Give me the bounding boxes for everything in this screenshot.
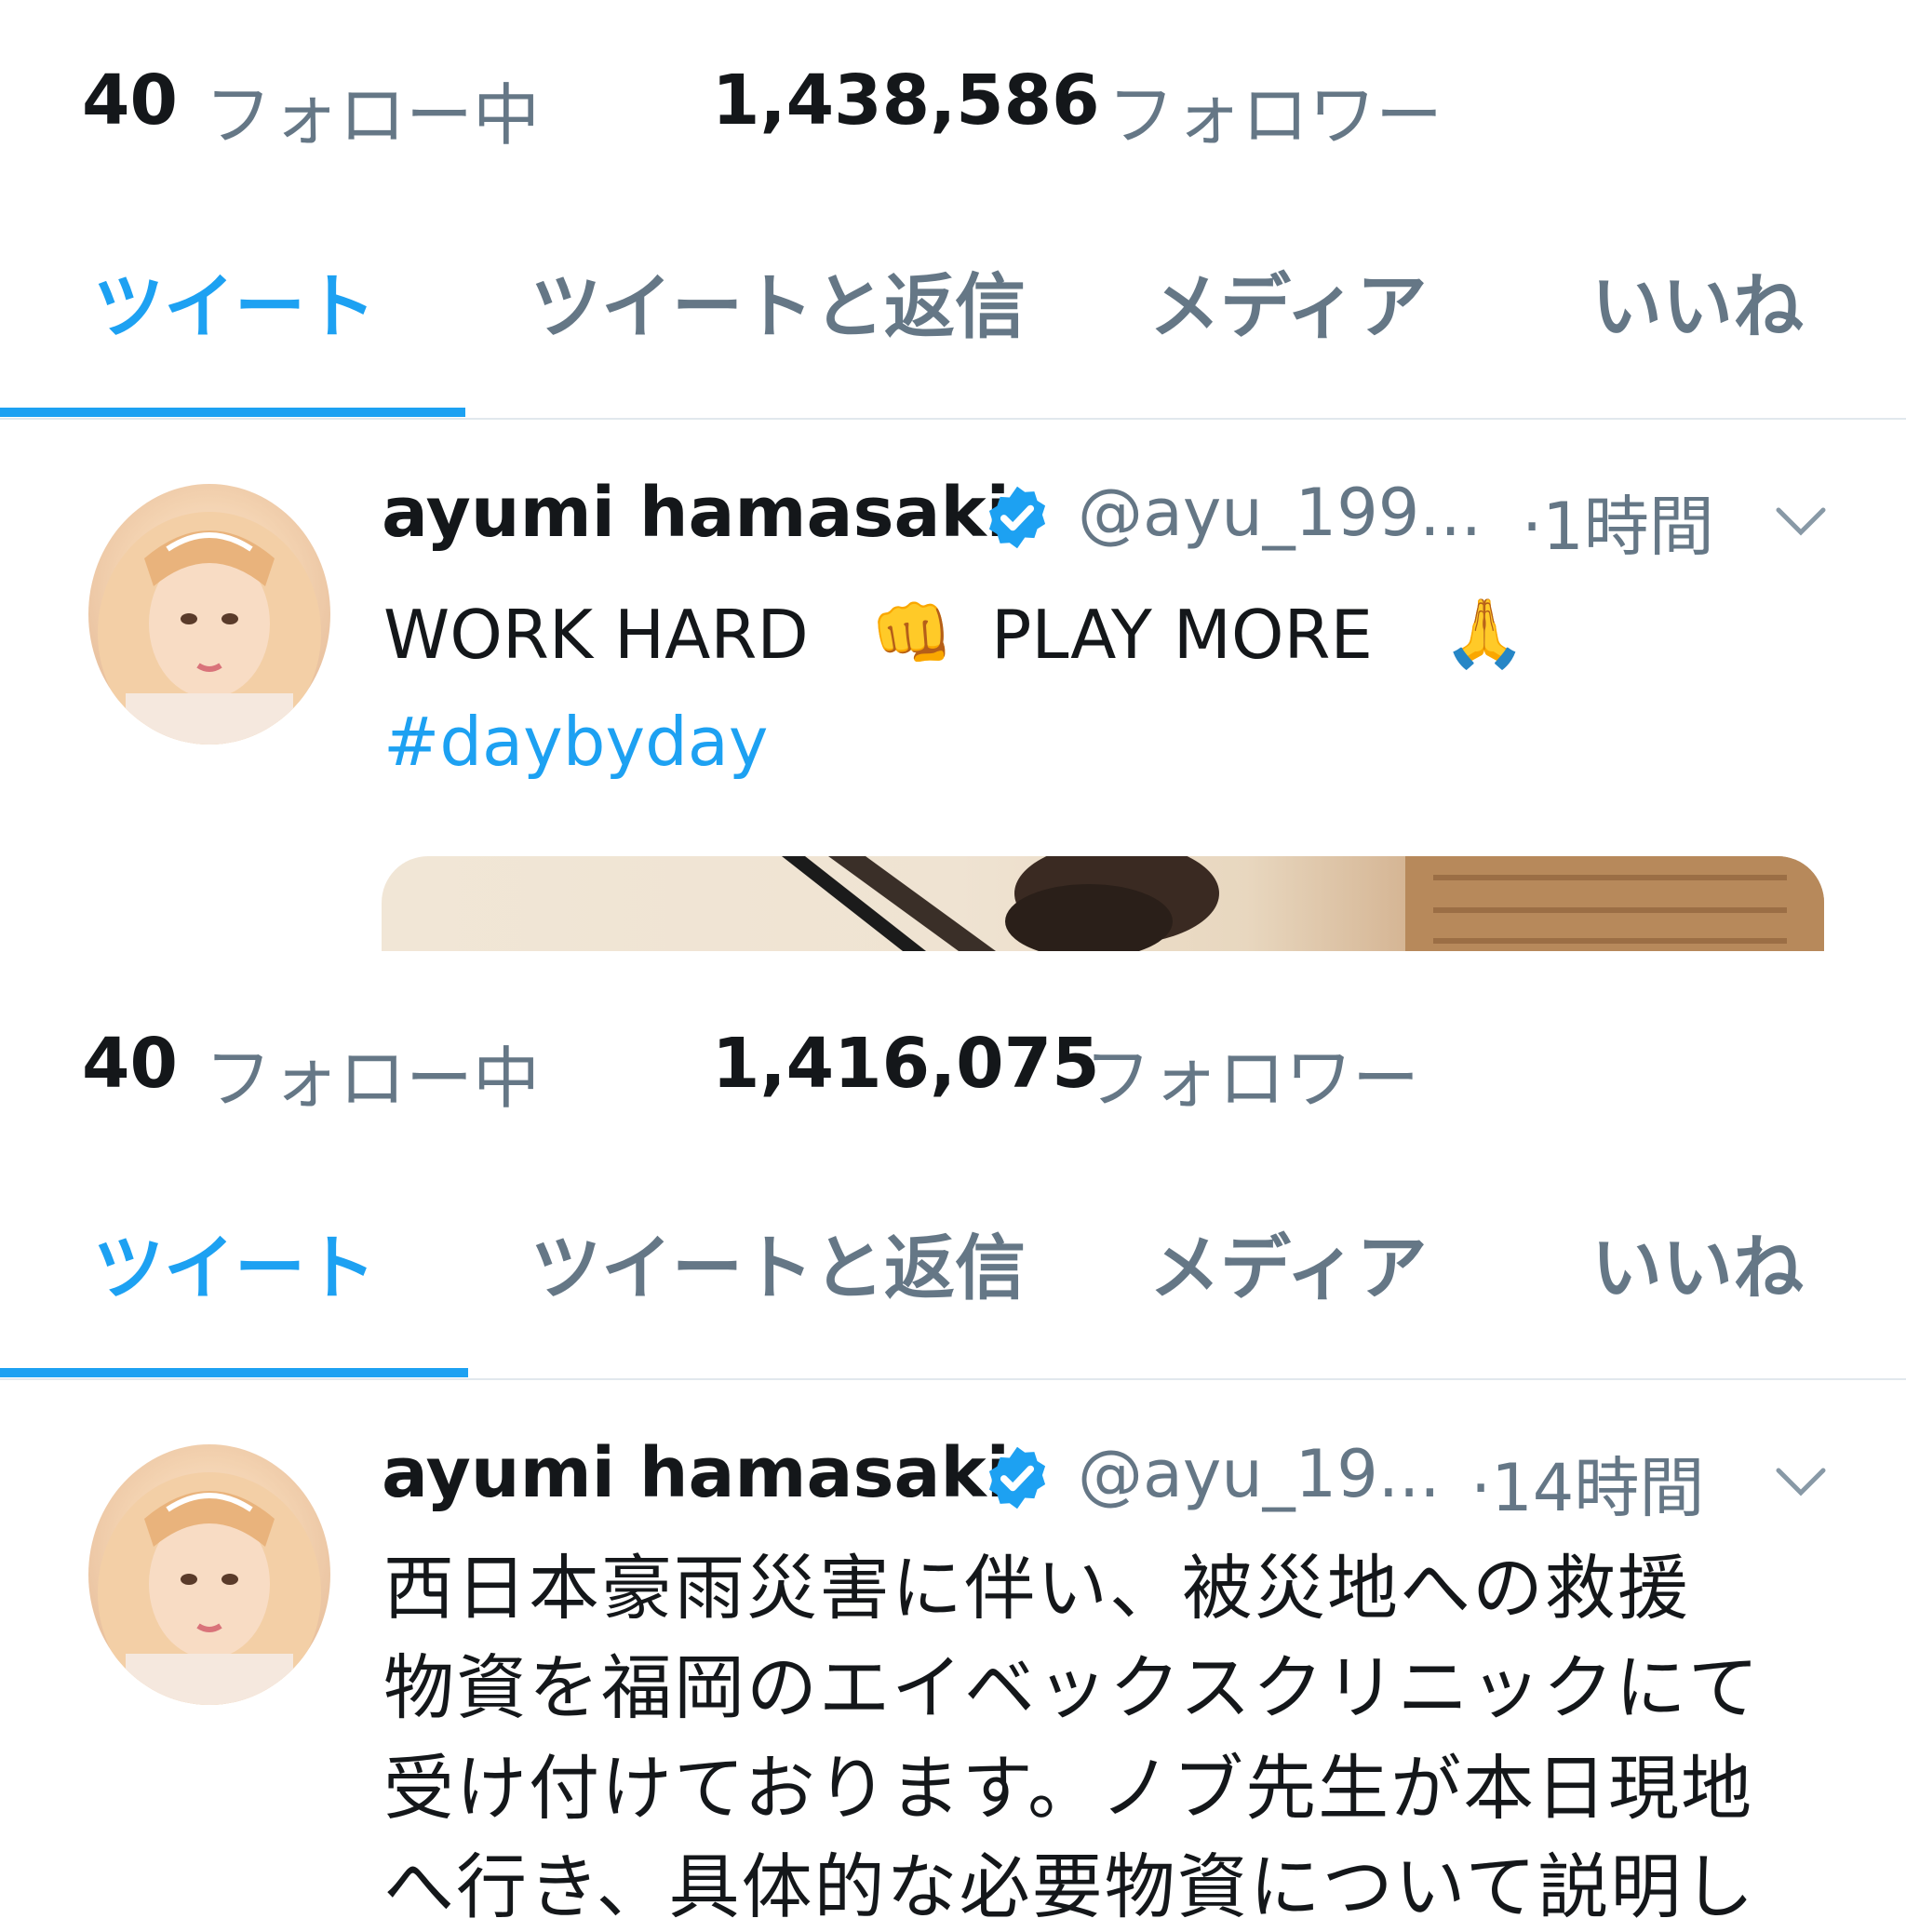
media-preview-graphic: [782, 856, 1824, 951]
tweet-text-line: へ行き、具体的な必要物資について説明し: [383, 1845, 1756, 1928]
chevron-down-icon[interactable]: [1773, 503, 1829, 540]
author-handle[interactable]: @ayu_19...: [1078, 1436, 1441, 1512]
tweet-text-line: 物資を福岡のエイベックスクリニックにて: [383, 1646, 1761, 1729]
tab-likes[interactable]: いいね: [1591, 1199, 1804, 1338]
avatar[interactable]: [88, 484, 330, 745]
tabs-divider: [0, 1378, 1906, 1380]
followers-label[interactable]: フォロワー: [1084, 1024, 1419, 1121]
avatar-portrait-image: [98, 1472, 321, 1705]
following-count[interactable]: 40: [82, 1024, 178, 1104]
hashtag-link[interactable]: #daybyday: [383, 703, 769, 781]
active-tab-indicator: [0, 1368, 468, 1377]
tab-tweets[interactable]: ツイート: [93, 237, 376, 377]
verified-badge-icon: [988, 486, 1046, 549]
followers-label[interactable]: フォロワー: [1107, 60, 1443, 158]
profile-stats: 40 フォロー中 1,438,586 フォロワー: [0, 51, 1906, 163]
profile-tabs: ツイート ツイートと返信 メディア いいね: [0, 237, 1906, 420]
folded-hands-emoji-icon: 🙏: [1443, 594, 1526, 672]
tab-tweets-and-replies[interactable]: ツイートと返信: [530, 237, 1026, 377]
tab-tweets[interactable]: ツイート: [93, 1199, 376, 1338]
following-label[interactable]: フォロー中: [205, 1024, 540, 1121]
tweet-text-part1: WORK HARD: [383, 596, 809, 674]
profile-stats: 40 フォロー中 1,416,075 フォロワー: [0, 1014, 1906, 1126]
tab-media[interactable]: メディア: [1149, 1199, 1428, 1338]
avatar[interactable]: [88, 1444, 330, 1705]
tabs-divider: [0, 418, 1906, 420]
profile-tabs: ツイート ツイートと返信 メディア いいね: [0, 1199, 1906, 1380]
active-tab-indicator: [0, 408, 465, 417]
tweet-timestamp[interactable]: ·14時間: [1470, 1436, 1704, 1530]
following-label[interactable]: フォロー中: [205, 60, 540, 158]
tweet-text-line: 受け付けております。ノブ先生が本日現地: [383, 1747, 1754, 1830]
following-count[interactable]: 40: [82, 60, 178, 141]
author-name[interactable]: ayumi hamasaki: [382, 1433, 1010, 1513]
tweet-timestamp[interactable]: ·1時間: [1522, 475, 1714, 569]
tab-likes[interactable]: いいね: [1591, 237, 1804, 377]
verified-badge-icon: [988, 1446, 1046, 1509]
followers-count[interactable]: 1,416,075: [712, 1024, 1100, 1104]
tab-tweets-and-replies[interactable]: ツイートと返信: [530, 1199, 1026, 1338]
tweet-text-line: 西日本豪雨災害に伴い、被災地への救援: [383, 1547, 1690, 1630]
followers-count[interactable]: 1,438,586: [712, 60, 1100, 141]
tab-media[interactable]: メディア: [1149, 237, 1428, 377]
fist-emoji-icon: 👊: [870, 594, 954, 672]
avatar-portrait-image: [98, 512, 321, 745]
tweet-media-image[interactable]: [382, 856, 1824, 951]
author-name[interactable]: ayumi hamasaki: [382, 473, 1010, 553]
author-handle[interactable]: @ayu_199...: [1078, 475, 1482, 551]
chevron-down-icon[interactable]: [1773, 1463, 1829, 1500]
tweet-text-part2: PLAY MORE: [991, 596, 1374, 674]
